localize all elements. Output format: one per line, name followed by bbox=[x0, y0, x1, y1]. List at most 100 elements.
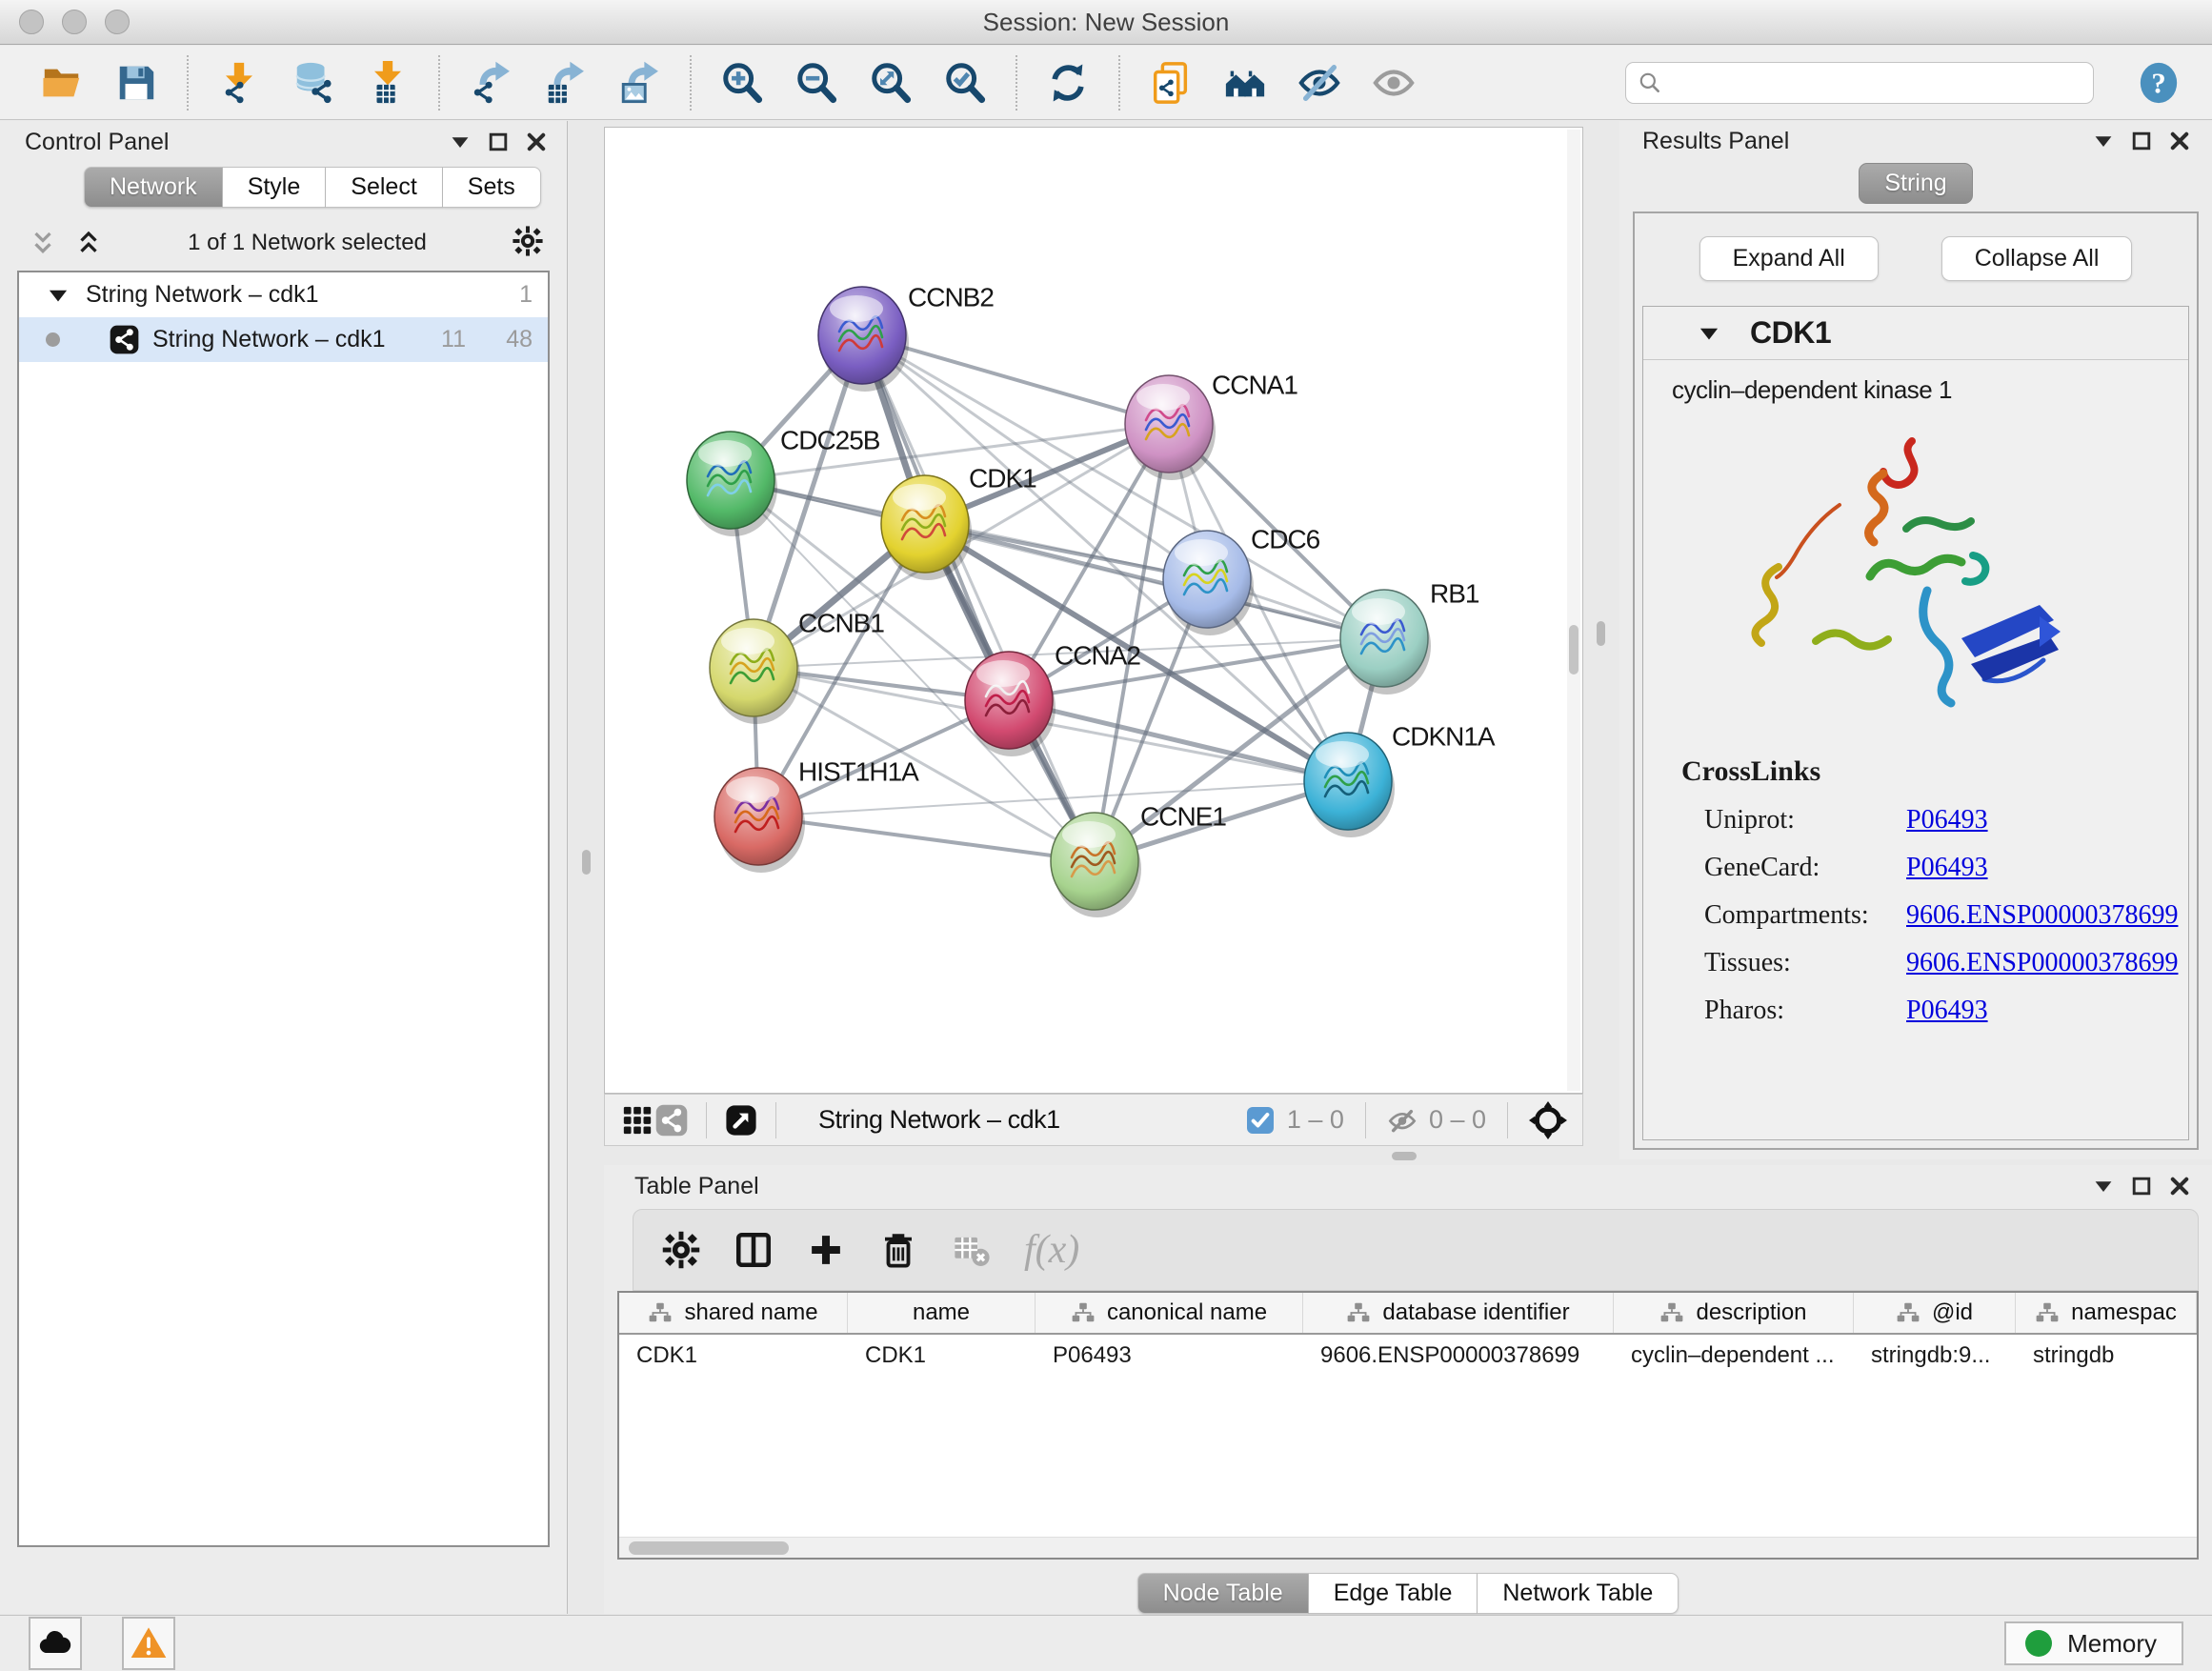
network-options-gear-icon[interactable] bbox=[512, 225, 544, 262]
fit-selected-crosshair-icon[interactable] bbox=[1529, 1101, 1567, 1139]
column-header-description[interactable]: description bbox=[1614, 1293, 1854, 1333]
table-cell[interactable]: stringdb:9... bbox=[1854, 1335, 2016, 1377]
node-CDKN1A[interactable]: CDKN1A bbox=[1304, 721, 1496, 837]
close-window-button[interactable] bbox=[19, 10, 44, 34]
import-network-button[interactable] bbox=[215, 59, 263, 107]
close-panel-icon[interactable] bbox=[2168, 1175, 2191, 1198]
crosslink-value-link[interactable]: P06493 bbox=[1906, 853, 1988, 883]
open-file-button[interactable] bbox=[38, 59, 86, 107]
node-HIST1H1A[interactable]: HIST1H1A bbox=[714, 756, 919, 873]
node-CDC6[interactable]: CDC6 bbox=[1163, 524, 1320, 635]
import-table-button[interactable] bbox=[364, 59, 412, 107]
edge-HIST1H1A-CCNE1[interactable] bbox=[758, 816, 1095, 861]
table-row[interactable]: CDK1CDK1P064939606.ENSP00000378699cyclin… bbox=[619, 1335, 2197, 1377]
refresh-layout-button[interactable] bbox=[1044, 59, 1092, 107]
node-CDK1[interactable]: CDK1 bbox=[881, 463, 1036, 580]
first-neighbors-button[interactable] bbox=[1221, 59, 1269, 107]
section-caret-icon[interactable] bbox=[1697, 321, 1721, 346]
save-session-button[interactable] bbox=[112, 59, 160, 107]
network-canvas[interactable]: CCNB2CCNA1CDC25BCDK1CDC6RB1CCNB1CCNA2CDK… bbox=[604, 127, 1583, 1094]
panel-menu-icon[interactable] bbox=[2092, 1175, 2115, 1198]
node-CDC25B[interactable]: CDC25B bbox=[687, 425, 880, 536]
column-header-canonical-name[interactable]: canonical name bbox=[1036, 1293, 1303, 1333]
column-header-name[interactable]: name bbox=[848, 1293, 1036, 1333]
help-button[interactable]: ? bbox=[2136, 60, 2182, 106]
zoom-out-button[interactable] bbox=[793, 59, 840, 107]
minimize-window-button[interactable] bbox=[62, 10, 87, 34]
expand-all-icon[interactable] bbox=[74, 229, 103, 257]
tab-edge-table[interactable]: Edge Table bbox=[1309, 1573, 1478, 1614]
table-cell[interactable]: CDK1 bbox=[619, 1335, 848, 1377]
close-panel-icon[interactable] bbox=[2168, 130, 2191, 152]
column-header-shared-name[interactable]: shared name bbox=[619, 1293, 848, 1333]
table-horizontal-scrollbar[interactable] bbox=[619, 1537, 2197, 1558]
export-table-button[interactable] bbox=[541, 59, 589, 107]
crosslink-value-link[interactable]: 9606.ENSP00000378699 bbox=[1906, 948, 2178, 978]
network-vertical-scrollbar[interactable] bbox=[1567, 130, 1580, 1091]
zoom-window-button[interactable] bbox=[105, 10, 130, 34]
tab-style[interactable]: Style bbox=[223, 167, 327, 208]
memory-button[interactable]: Memory bbox=[2004, 1621, 2183, 1665]
tab-sets[interactable]: Sets bbox=[443, 167, 541, 208]
collection-caret-icon[interactable] bbox=[46, 283, 70, 308]
search-box[interactable] bbox=[1625, 62, 2094, 104]
network-row[interactable]: String Network – cdk1 11 48 bbox=[19, 317, 548, 362]
show-all-button[interactable] bbox=[1370, 59, 1418, 107]
network-badge-button[interactable] bbox=[654, 1103, 689, 1137]
hide-selected-button[interactable] bbox=[1296, 59, 1343, 107]
tab-node-table[interactable]: Node Table bbox=[1137, 1573, 1309, 1614]
expand-all-button[interactable]: Expand All bbox=[1699, 236, 1879, 281]
crosslink-value-link[interactable]: 9606.ENSP00000378699 bbox=[1906, 900, 2178, 931]
hidden-eye-slash-icon[interactable] bbox=[1387, 1105, 1418, 1136]
close-panel-icon[interactable] bbox=[525, 131, 548, 153]
zoom-selected-button[interactable] bbox=[941, 59, 989, 107]
collapse-all-icon[interactable] bbox=[29, 229, 57, 257]
network-collection-row[interactable]: String Network – cdk1 1 bbox=[19, 272, 548, 317]
trash-button[interactable] bbox=[874, 1225, 923, 1275]
edge-CCNA2-CDKN1A[interactable] bbox=[1009, 700, 1348, 781]
panel-menu-icon[interactable] bbox=[2092, 130, 2115, 152]
column-header-database-identifier[interactable]: database identifier bbox=[1303, 1293, 1614, 1333]
clone-network-button[interactable] bbox=[1147, 59, 1195, 107]
grid-view-button[interactable] bbox=[620, 1103, 654, 1137]
table-cell[interactable]: 9606.ENSP00000378699 bbox=[1303, 1335, 1614, 1377]
node-RB1[interactable]: RB1 bbox=[1340, 578, 1479, 695]
collapse-all-button[interactable]: Collapse All bbox=[1941, 236, 2133, 281]
import-database-button[interactable] bbox=[290, 59, 337, 107]
node-CCNE1[interactable]: CCNE1 bbox=[1051, 801, 1226, 917]
birdseye-toggle-button[interactable] bbox=[724, 1103, 758, 1137]
table-hscroll-thumb[interactable] bbox=[629, 1541, 789, 1555]
selected-checkbox-icon[interactable] bbox=[1245, 1105, 1276, 1136]
network-graph[interactable]: CCNB2CCNA1CDC25BCDK1CDC6RB1CCNB1CCNA2CDK… bbox=[605, 128, 1582, 1093]
table-cell[interactable]: CDK1 bbox=[848, 1335, 1036, 1377]
gene-section-header[interactable]: CDK1 bbox=[1643, 307, 2188, 360]
float-panel-icon[interactable] bbox=[2130, 1175, 2153, 1198]
table-cell[interactable]: stringdb bbox=[2016, 1335, 2197, 1377]
left-splitter-handle[interactable] bbox=[582, 850, 591, 875]
crosslink-value-link[interactable]: P06493 bbox=[1906, 805, 1988, 836]
tab-select[interactable]: Select bbox=[326, 167, 442, 208]
zoom-fit-button[interactable] bbox=[867, 59, 915, 107]
column-header--id[interactable]: @id bbox=[1854, 1293, 2016, 1333]
tab-string[interactable]: String bbox=[1859, 163, 1972, 204]
tab-network-table[interactable]: Network Table bbox=[1478, 1573, 1679, 1614]
float-panel-icon[interactable] bbox=[487, 131, 510, 153]
cloud-status-button[interactable] bbox=[29, 1617, 82, 1670]
zoom-in-button[interactable] bbox=[718, 59, 766, 107]
horizontal-splitter-handle[interactable] bbox=[1392, 1152, 1417, 1160]
gear-button[interactable] bbox=[656, 1225, 706, 1275]
table-cell[interactable]: P06493 bbox=[1036, 1335, 1303, 1377]
right-splitter-handle[interactable] bbox=[1597, 621, 1605, 646]
table-cell[interactable]: cyclin–dependent ... bbox=[1614, 1335, 1854, 1377]
node-CCNB1[interactable]: CCNB1 bbox=[710, 608, 884, 724]
columns-button[interactable] bbox=[729, 1225, 778, 1275]
search-input[interactable] bbox=[1672, 70, 2081, 96]
tab-network[interactable]: Network bbox=[84, 167, 223, 208]
column-header-namespac[interactable]: namespac bbox=[2016, 1293, 2197, 1333]
crosslink-value-link[interactable]: P06493 bbox=[1906, 996, 1988, 1026]
panel-menu-icon[interactable] bbox=[449, 131, 472, 153]
add-button[interactable] bbox=[801, 1225, 851, 1275]
export-network-button[interactable] bbox=[467, 59, 514, 107]
network-vscroll-thumb[interactable] bbox=[1569, 625, 1579, 674]
warnings-button[interactable] bbox=[122, 1617, 175, 1670]
